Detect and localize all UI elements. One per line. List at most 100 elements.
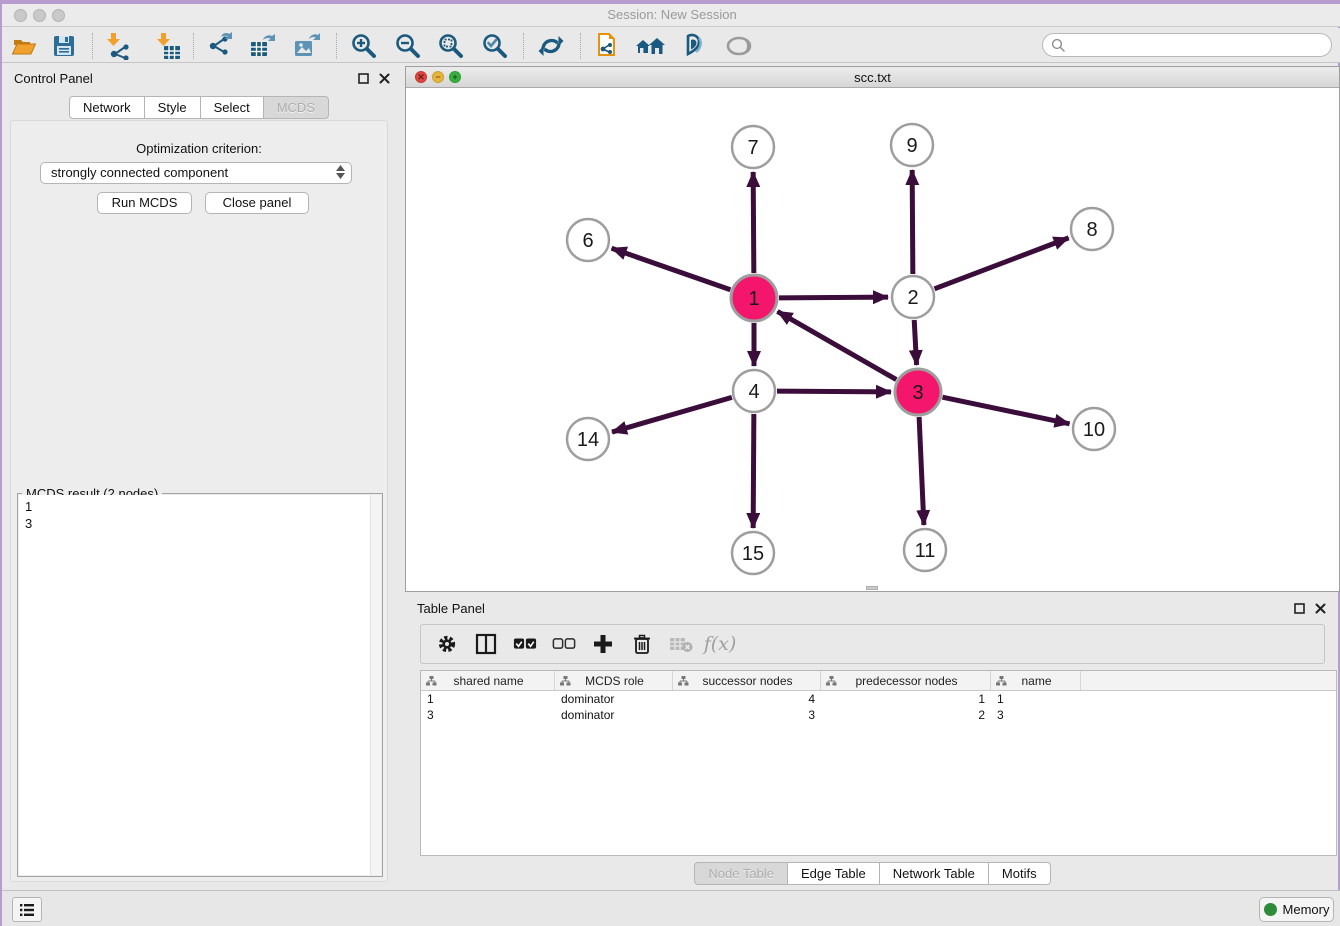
export-image-icon[interactable]	[292, 31, 322, 61]
tab-network-table[interactable]: Network Table	[880, 862, 989, 885]
toolbar-separator	[193, 33, 194, 59]
table-cell[interactable]: 3	[991, 707, 1081, 723]
zoom-in-icon[interactable]	[349, 31, 379, 61]
run-mcds-button[interactable]: Run MCDS	[97, 192, 192, 214]
node-label: 10	[1083, 419, 1105, 441]
import-network-icon[interactable]	[102, 31, 132, 61]
column-type-icon	[426, 676, 437, 686]
edge-2-9[interactable]	[912, 170, 913, 274]
column-type-icon	[678, 676, 689, 686]
optimization-criterion-label: Optimization criterion:	[11, 141, 387, 156]
bird-eye-view-icon[interactable]	[724, 31, 754, 61]
show-hide-graphics-details-icon[interactable]	[678, 31, 708, 61]
home-icon[interactable]	[635, 31, 665, 61]
column-header-predecessor-nodes[interactable]: predecessor nodes	[821, 671, 991, 690]
edge-3-1[interactable]	[777, 311, 896, 379]
import-table-icon[interactable]	[152, 31, 182, 61]
edge-3-10[interactable]	[942, 397, 1069, 424]
network-minimize-icon[interactable]: −	[432, 71, 444, 83]
table-cell[interactable]: 3	[673, 707, 821, 723]
select-all-columns-icon[interactable]	[513, 632, 537, 656]
table-cell[interactable]: 4	[673, 691, 821, 707]
table-panel-title: Table Panel	[417, 601, 485, 616]
toolbar-separator	[92, 33, 93, 59]
table-cell[interactable]: dominator	[555, 691, 673, 707]
tab-style[interactable]: Style	[145, 96, 201, 119]
memory-button[interactable]: Memory	[1259, 897, 1334, 922]
memory-label: Memory	[1283, 902, 1330, 917]
export-table-icon[interactable]	[248, 31, 278, 61]
network-title: scc.txt	[406, 67, 1339, 88]
tab-network[interactable]: Network	[69, 96, 145, 119]
zoom-window-button[interactable]	[52, 9, 65, 22]
zoom-out-icon[interactable]	[393, 31, 423, 61]
zoom-selected-icon[interactable]	[480, 31, 510, 61]
deselect-all-columns-icon[interactable]	[552, 632, 576, 656]
export-network-icon[interactable]	[205, 31, 235, 61]
column-header-successor-nodes[interactable]: successor nodes	[673, 671, 821, 690]
table-cell[interactable]: 1	[991, 691, 1081, 707]
canvas-resize-grip[interactable]	[866, 586, 878, 590]
edge-2-8[interactable]	[935, 238, 1069, 289]
edge-4-14[interactable]	[612, 397, 732, 432]
show-task-history-button[interactable]	[12, 897, 42, 922]
show-column-panel-icon[interactable]	[474, 632, 498, 656]
edge-4-15[interactable]	[753, 414, 754, 528]
window-top-accent	[2, 0, 1340, 4]
result-line: 1	[25, 498, 375, 515]
close-panel-button[interactable]: Close panel	[205, 192, 309, 214]
tab-select[interactable]: Select	[201, 96, 264, 119]
close-panel-icon[interactable]	[379, 73, 390, 84]
edge-4-3[interactable]	[777, 391, 891, 392]
edge-2-3[interactable]	[914, 320, 916, 365]
edge-1-6[interactable]	[612, 248, 731, 290]
save-session-icon[interactable]	[49, 31, 79, 61]
column-header-MCDS-role[interactable]: MCDS role	[555, 671, 673, 690]
control-panel-buttons	[358, 73, 390, 84]
open-session-icon[interactable]	[9, 31, 39, 61]
tab-mcds[interactable]: MCDS	[264, 96, 329, 119]
toolbar-separator	[580, 33, 581, 59]
table-row[interactable]: 1dominator411	[421, 691, 1336, 707]
table-cell[interactable]: 3	[421, 707, 555, 723]
create-column-icon[interactable]	[591, 632, 615, 656]
node-label: 15	[742, 543, 764, 565]
network-window-titlebar[interactable]: ✕ − + scc.txt	[406, 67, 1339, 88]
network-close-icon[interactable]: ✕	[415, 71, 427, 83]
table-cell[interactable]: 2	[821, 707, 991, 723]
edge-3-11[interactable]	[919, 417, 924, 525]
result-scrollbar[interactable]	[370, 495, 381, 875]
table-options-icon[interactable]	[435, 632, 459, 656]
tab-motifs[interactable]: Motifs	[989, 862, 1051, 885]
table-row[interactable]: 3dominator323	[421, 707, 1336, 723]
edge-1-2[interactable]	[779, 297, 888, 298]
node-label: 6	[582, 230, 593, 252]
table-cell[interactable]: 1	[821, 691, 991, 707]
tab-node-table[interactable]: Node Table	[694, 862, 788, 885]
control-panel-tabs: NetworkStyleSelectMCDS	[69, 96, 329, 119]
column-header-name[interactable]: name	[991, 671, 1081, 690]
select-spinner-icon	[336, 165, 345, 179]
zoom-fit-icon[interactable]	[436, 31, 466, 61]
delete-column-icon[interactable]	[630, 632, 654, 656]
minimize-window-button[interactable]	[33, 9, 46, 22]
apply-layout-icon[interactable]	[536, 31, 566, 61]
close-window-button[interactable]	[14, 9, 27, 22]
table-cell[interactable]: dominator	[555, 707, 673, 723]
tab-edge-table[interactable]: Edge Table	[788, 862, 880, 885]
edge-1-7[interactable]	[753, 172, 754, 273]
close-panel-icon[interactable]	[1315, 603, 1326, 614]
mcds-result-group: MCDS result (2 nodes) 13	[17, 493, 383, 877]
mcds-result-list[interactable]: 13	[19, 495, 381, 875]
table-cell[interactable]: 1	[421, 691, 555, 707]
network-canvas[interactable]: 7968124314101511	[406, 88, 1339, 591]
network-maximize-icon[interactable]: +	[449, 71, 461, 83]
duplicate-network-icon[interactable]	[592, 31, 622, 61]
table-header-row: shared nameMCDS rolesuccessor nodesprede…	[421, 671, 1336, 691]
optimization-criterion-select[interactable]: strongly connected component	[40, 162, 352, 184]
search-input[interactable]	[1042, 33, 1332, 57]
float-panel-icon[interactable]	[1294, 603, 1305, 614]
float-panel-icon[interactable]	[358, 73, 369, 84]
column-header-shared-name[interactable]: shared name	[421, 671, 555, 690]
node-table[interactable]: shared nameMCDS rolesuccessor nodesprede…	[420, 670, 1337, 856]
